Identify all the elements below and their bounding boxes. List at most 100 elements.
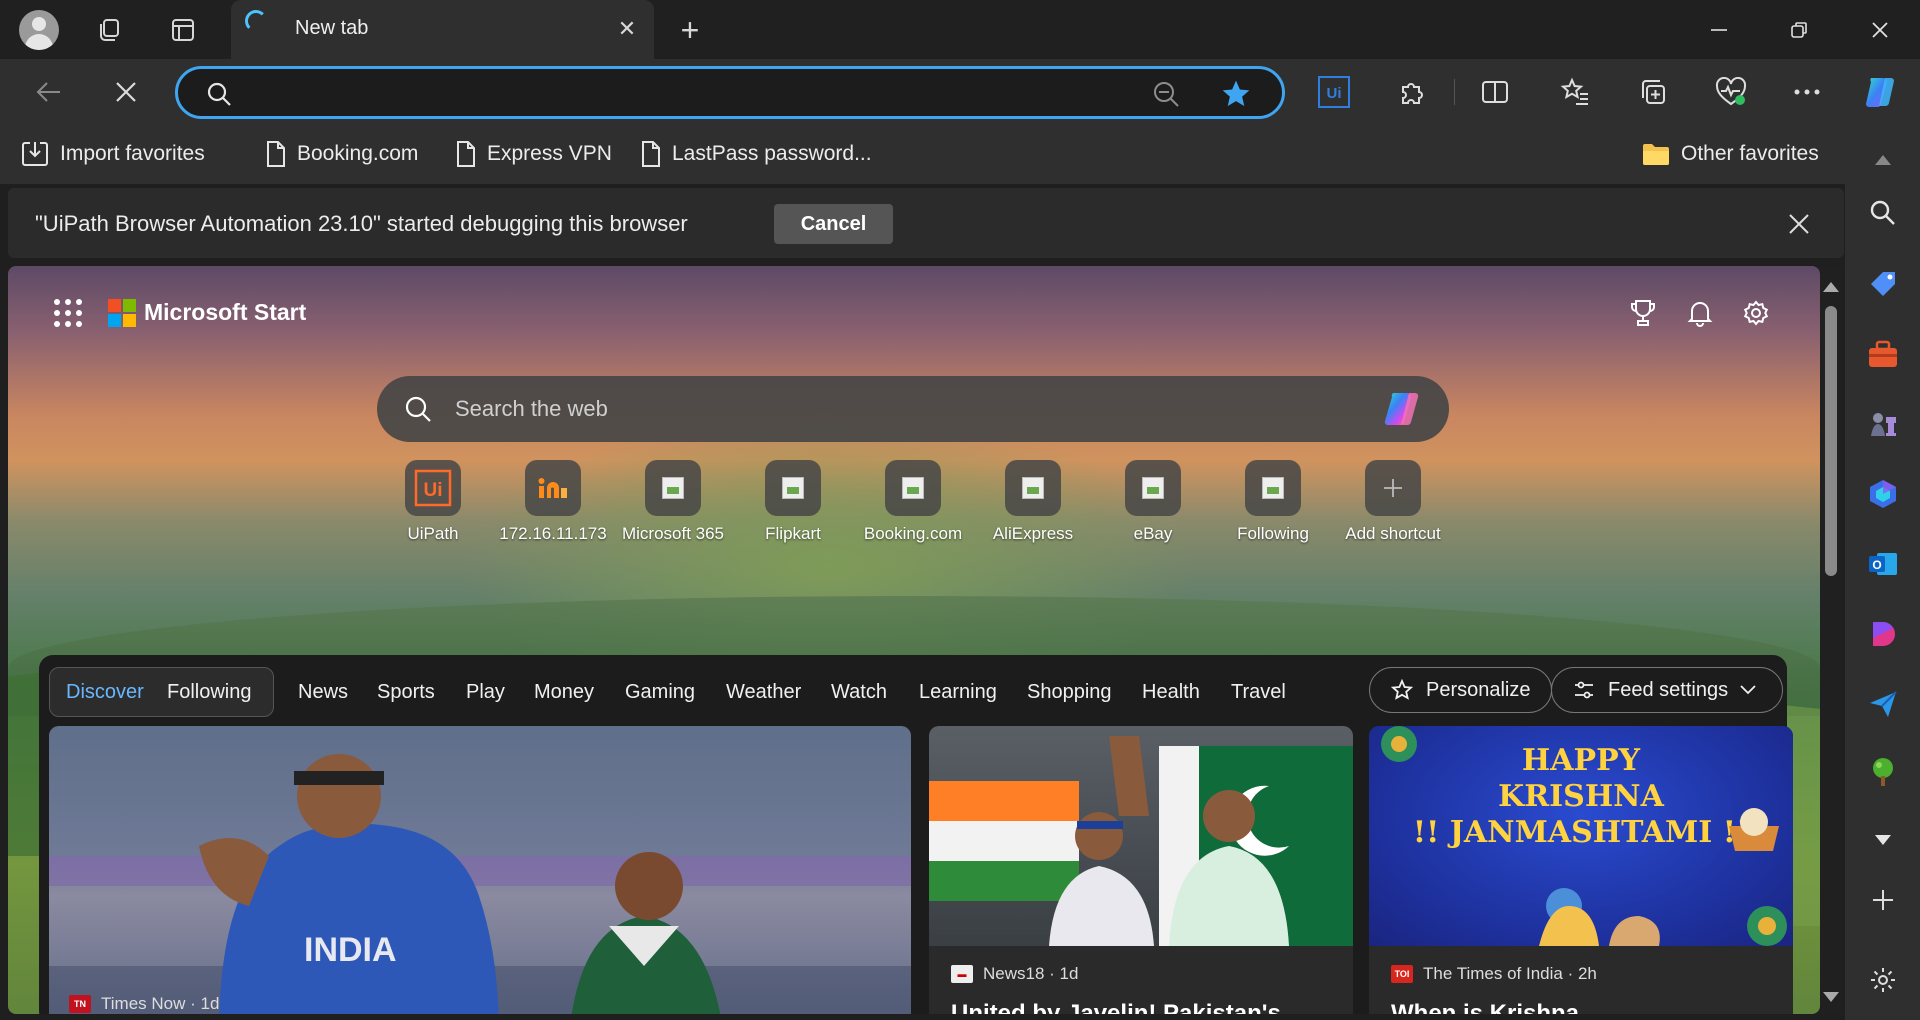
page-icon — [642, 141, 660, 167]
search-icon[interactable] — [1861, 191, 1905, 235]
profile-avatar[interactable] — [19, 10, 59, 50]
shortcut-booking[interactable]: Booking.com — [853, 460, 973, 544]
restore-button[interactable] — [1759, 0, 1839, 59]
tree-icon[interactable] — [1861, 750, 1905, 794]
sliders-icon — [1575, 681, 1593, 699]
zoom-out-icon[interactable] — [1152, 80, 1180, 113]
send-icon[interactable] — [1861, 682, 1905, 726]
page-icon — [457, 141, 475, 167]
loading-spinner-icon — [245, 10, 267, 32]
sidebar-settings-icon[interactable] — [1861, 958, 1905, 1002]
copilot-icon[interactable] — [1858, 69, 1904, 115]
games-chess-icon[interactable] — [1861, 402, 1905, 446]
microsoft-start-title[interactable]: Microsoft Start — [144, 299, 306, 326]
shortcut-ebay[interactable]: eBay — [1093, 460, 1213, 544]
favorite-label: Booking.com — [297, 142, 419, 165]
new-tab-button[interactable]: + — [668, 10, 712, 50]
cancel-debugging-button[interactable]: Cancel — [774, 204, 893, 244]
plus-icon — [1365, 460, 1421, 516]
tab-following[interactable]: Following — [167, 681, 251, 704]
tab-weather[interactable]: Weather — [726, 681, 801, 704]
other-favorites[interactable]: Other favorites — [1641, 136, 1819, 172]
feed-settings-label: Feed settings — [1608, 678, 1729, 701]
favorite-import[interactable]: Import favorites — [20, 136, 205, 172]
title-bar: New tab ✕ + — [0, 0, 1920, 59]
shortcut-label: Flipkart — [765, 524, 821, 543]
collections-icon[interactable] — [1630, 69, 1676, 115]
sidebar-scroll-up-icon[interactable] — [1861, 138, 1905, 182]
card-source: TN Times Now · 1d — [69, 994, 219, 1014]
rewards-trophy-icon[interactable] — [1624, 294, 1662, 332]
news-card[interactable]: HAPPY KRISHNA !! JANMASHTAMI !! TOI The … — [1369, 726, 1793, 1014]
close-infobar-icon[interactable] — [1779, 204, 1819, 244]
notifications-bell-icon[interactable] — [1681, 294, 1719, 332]
copilot-icon[interactable] — [1381, 390, 1423, 428]
times-now-logo-icon: TN — [69, 995, 91, 1013]
favorite-booking[interactable]: Booking.com — [265, 136, 418, 172]
address-input[interactable] — [248, 75, 1148, 111]
news-card[interactable]: ▬ News18 · 1d United by Javelin! Pakista… — [929, 726, 1353, 1014]
tab-sports[interactable]: Sports — [377, 681, 435, 704]
shortcut-172-16-11-173[interactable]: 172.16.11.173 — [493, 460, 613, 544]
add-sidebar-app-icon[interactable] — [1861, 878, 1905, 922]
app-launcher-icon[interactable] — [54, 299, 82, 327]
news-feed: Discover Following News Sports Play Mone… — [39, 655, 1793, 1014]
tab-close-button[interactable]: ✕ — [612, 14, 642, 44]
back-button[interactable] — [24, 67, 74, 117]
tab-new-tab[interactable]: New tab ✕ — [231, 0, 654, 59]
workspaces-icon[interactable] — [86, 8, 132, 52]
minimize-button[interactable] — [1679, 0, 1759, 59]
sidebar-scroll-down-icon[interactable] — [1861, 818, 1905, 862]
personalize-button[interactable]: Personalize — [1369, 667, 1552, 713]
tab-play[interactable]: Play — [466, 681, 505, 704]
shortcut-flipkart[interactable]: Flipkart — [733, 460, 853, 544]
feed-settings-button[interactable]: Feed settings — [1551, 667, 1783, 713]
stop-loading-button[interactable] — [101, 67, 151, 117]
tab-health[interactable]: Health — [1142, 681, 1200, 704]
address-bar[interactable] — [175, 66, 1285, 119]
tab-news[interactable]: News — [298, 681, 348, 704]
news-card-featured[interactable]: INDIA TN Times Now · 1d — [49, 726, 911, 1014]
tools-briefcase-icon[interactable] — [1861, 332, 1905, 376]
tab-learning[interactable]: Learning — [919, 681, 997, 704]
page-scrollbar[interactable] — [1820, 266, 1842, 1014]
shortcut-microsoft-365[interactable]: Microsoft 365 — [613, 460, 733, 544]
tab-watch[interactable]: Watch — [831, 681, 887, 704]
uipath-logo-icon: Ui — [405, 460, 461, 516]
favorites-icon[interactable] — [1552, 69, 1598, 115]
favorite-lastpass[interactable]: LastPass password... — [640, 136, 872, 172]
shopping-tag-icon[interactable] — [1861, 262, 1905, 306]
search-placeholder: Search the web — [455, 396, 608, 421]
shortcut-aliexpress[interactable]: AliExpress — [973, 460, 1093, 544]
scrollbar-thumb[interactable] — [1825, 306, 1837, 576]
scroll-up-arrow-icon[interactable] — [1823, 282, 1839, 292]
favorite-star-icon[interactable] — [1220, 78, 1252, 115]
banner-text-line: KRISHNA — [1498, 779, 1664, 814]
shortcut-uipath[interactable]: Ui UiPath — [373, 460, 493, 544]
outlook-icon[interactable]: O — [1861, 542, 1905, 586]
tab-money[interactable]: Money — [534, 681, 594, 704]
uipath-extension-icon[interactable]: Ui — [1311, 69, 1357, 115]
banner-text-line: !! JANMASHTAMI !! — [1413, 815, 1749, 850]
split-screen-icon[interactable] — [1472, 69, 1518, 115]
more-options-icon[interactable] — [1784, 69, 1830, 115]
banner-text-line: HAPPY — [1522, 743, 1641, 778]
browser-essentials-icon[interactable] — [1708, 69, 1754, 115]
scroll-down-arrow-icon[interactable] — [1823, 992, 1839, 1002]
extensions-puzzle-icon[interactable] — [1389, 69, 1435, 115]
vertical-tabs-icon[interactable] — [160, 8, 206, 52]
shortcut-following[interactable]: Following — [1213, 460, 1333, 544]
tab-travel[interactable]: Travel — [1231, 681, 1286, 704]
designer-icon[interactable] — [1861, 612, 1905, 656]
svg-text:Ui: Ui — [1327, 85, 1342, 102]
web-search-box[interactable]: Search the web — [377, 376, 1449, 442]
microsoft-365-icon[interactable] — [1861, 472, 1905, 516]
tab-discover[interactable]: Discover — [66, 681, 144, 704]
favorite-label: Express VPN — [487, 142, 612, 165]
tab-gaming[interactable]: Gaming — [625, 681, 695, 704]
favorite-express-vpn[interactable]: Express VPN — [455, 136, 612, 172]
tab-shopping[interactable]: Shopping — [1027, 681, 1112, 704]
add-shortcut-button[interactable]: Add shortcut — [1333, 460, 1453, 544]
close-window-button[interactable] — [1840, 0, 1920, 59]
page-settings-gear-icon[interactable] — [1737, 294, 1775, 332]
